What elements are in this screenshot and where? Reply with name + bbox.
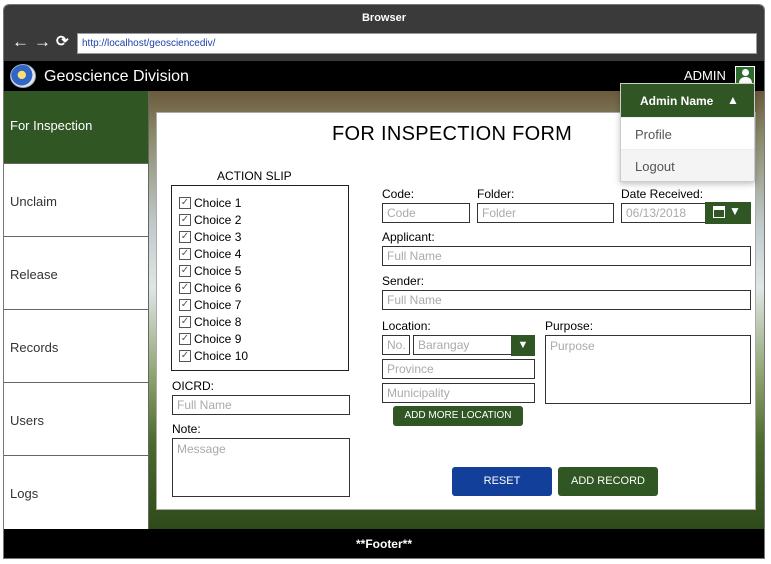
choice-item[interactable]: ✓ Choice 9 xyxy=(179,330,348,347)
chevron-down-icon[interactable]: ▼ xyxy=(511,335,535,356)
folder-input[interactable]: Folder xyxy=(477,203,614,223)
choice-item[interactable]: ✓ Choice 2 xyxy=(179,211,348,228)
user-menu-dropdown: Admin Name ▲ Profile Logout xyxy=(620,83,755,182)
sidebar: For Inspection Unclaim Release Records U… xyxy=(4,91,149,529)
choice-item[interactable]: ✓ Choice 4 xyxy=(179,245,348,262)
sender-input[interactable]: Full Name xyxy=(382,290,751,310)
checkbox-icon[interactable]: ✓ xyxy=(179,213,191,226)
checkbox-icon[interactable]: ✓ xyxy=(179,196,191,209)
choice-label: Choice 4 xyxy=(194,246,242,261)
calendar-icon xyxy=(713,206,725,218)
back-icon[interactable]: ← xyxy=(12,33,29,50)
checkbox-icon[interactable]: ✓ xyxy=(179,230,191,243)
choice-label: Choice 6 xyxy=(194,280,242,295)
choice-label: Choice 9 xyxy=(194,331,242,346)
browser-titlebar: Browser ← → ⟳ http://localhost/geoscienc… xyxy=(4,5,764,61)
user-menu-name: Admin Name xyxy=(640,94,714,108)
choice-label: Choice 5 xyxy=(194,263,242,278)
form-title: FOR INSPECTION FORM xyxy=(332,123,573,145)
checkbox-icon[interactable]: ✓ xyxy=(179,298,191,311)
sidebar-item-release[interactable]: Release xyxy=(4,237,148,310)
code-label: Code: xyxy=(382,187,415,201)
choice-label: Choice 10 xyxy=(194,348,249,363)
sidebar-item-unclaim[interactable]: Unclaim xyxy=(4,164,148,237)
oicrd-label: OICRD: xyxy=(172,379,214,393)
checkbox-icon[interactable]: ✓ xyxy=(179,281,191,294)
choice-label: Choice 8 xyxy=(194,314,242,329)
choice-label: Choice 2 xyxy=(194,212,242,227)
folder-label: Folder: xyxy=(477,187,515,201)
choice-label: Choice 7 xyxy=(194,297,242,312)
date-received-label: Date Received: xyxy=(621,187,704,201)
choice-label: Choice 1 xyxy=(194,195,242,210)
checkbox-icon[interactable]: ✓ xyxy=(179,247,191,260)
sidebar-item-records[interactable]: Records xyxy=(4,310,148,383)
checkbox-icon[interactable]: ✓ xyxy=(179,315,191,328)
menu-item-logout[interactable]: Logout xyxy=(621,149,754,181)
browser-title: Browser xyxy=(361,12,407,24)
date-received-input[interactable]: 06/13/2018 xyxy=(621,203,707,223)
user-avatar-icon[interactable] xyxy=(735,66,755,84)
choice-label: Choice 3 xyxy=(194,229,242,244)
choice-item[interactable]: ✓ Choice 7 xyxy=(179,296,348,313)
purpose-label: Purpose: xyxy=(545,319,594,333)
choice-item[interactable]: ✓ Choice 10 xyxy=(179,347,348,364)
logo-icon xyxy=(10,64,36,88)
chevron-up-icon: ▲ xyxy=(727,93,739,107)
choice-item[interactable]: ✓ Choice 8 xyxy=(179,313,348,330)
add-record-button[interactable]: ADD RECORD xyxy=(558,467,658,496)
sidebar-item-logs[interactable]: Logs xyxy=(4,456,148,529)
choice-item[interactable]: ✓ Choice 5 xyxy=(179,262,348,279)
note-textarea[interactable]: Message xyxy=(172,438,350,497)
choice-item[interactable]: ✓ Choice 6 xyxy=(179,279,348,296)
choice-item[interactable]: ✓ Choice 1 xyxy=(179,194,348,211)
reload-icon[interactable]: ⟳ xyxy=(56,34,69,50)
sidebar-item-for-inspection[interactable]: For Inspection xyxy=(4,91,148,164)
user-menu-header[interactable]: Admin Name ▲ xyxy=(621,84,754,117)
sender-label: Sender: xyxy=(382,274,425,288)
location-number-input[interactable]: No. xyxy=(382,335,410,355)
date-picker-button[interactable]: ▼ xyxy=(705,202,751,224)
applicant-input[interactable]: Full Name xyxy=(382,246,751,266)
sidebar-item-users[interactable]: Users xyxy=(4,383,148,456)
municipality-input[interactable]: Municipality xyxy=(382,383,535,403)
province-input[interactable]: Province xyxy=(382,359,535,379)
purpose-textarea[interactable]: Purpose xyxy=(545,335,751,404)
forward-icon[interactable]: → xyxy=(34,33,51,50)
oicrd-input[interactable]: Full Name xyxy=(172,395,350,415)
checkbox-icon[interactable]: ✓ xyxy=(179,264,191,277)
admin-label[interactable]: ADMIN xyxy=(684,68,726,83)
code-input[interactable]: Code xyxy=(382,203,470,223)
url-bar[interactable]: http://localhost/geosciencediv/ xyxy=(77,33,757,54)
checkbox-icon[interactable]: ✓ xyxy=(179,332,191,345)
reset-button[interactable]: RESET xyxy=(452,467,552,496)
app-name: Geoscience Division xyxy=(44,68,189,85)
location-label: Location: xyxy=(382,319,431,333)
note-label: Note: xyxy=(172,422,201,436)
barangay-select[interactable]: Barangay xyxy=(413,335,513,355)
menu-item-profile[interactable]: Profile xyxy=(621,117,754,149)
choice-item[interactable]: ✓ Choice 3 xyxy=(179,228,348,245)
add-more-location-button[interactable]: ADD MORE LOCATION xyxy=(393,406,523,426)
applicant-label: Applicant: xyxy=(382,230,435,244)
checkbox-icon[interactable]: ✓ xyxy=(179,349,191,362)
action-slip-title: ACTION SLIP xyxy=(217,169,292,183)
chevron-down-icon: ▼ xyxy=(729,204,741,218)
footer: **Footer** xyxy=(4,529,764,558)
action-slip-list: ✓ Choice 1 ✓ Choice 2 ✓ Choice 3 ✓ Choice 4 … xyxy=(171,185,349,371)
